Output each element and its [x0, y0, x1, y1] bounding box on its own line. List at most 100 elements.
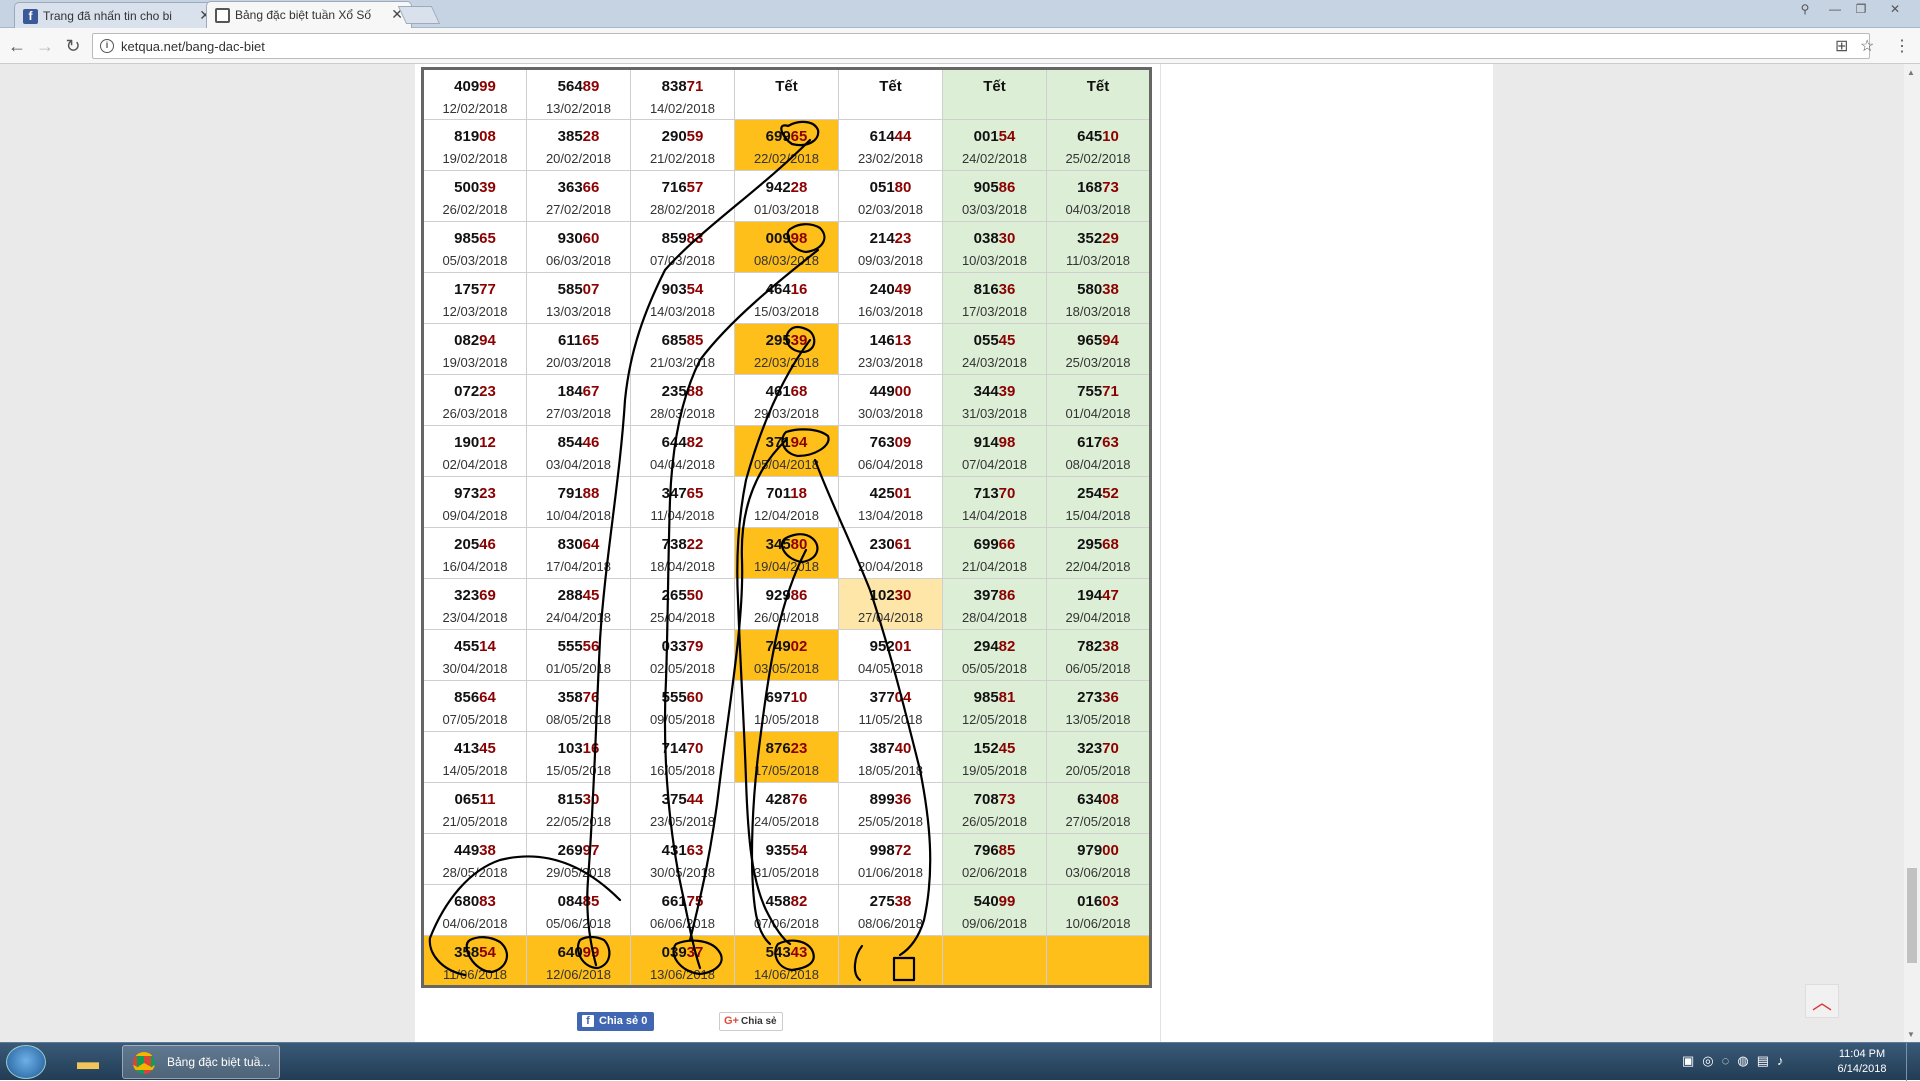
translate-icon[interactable]: ⊞ — [1835, 36, 1848, 56]
number-head: 644 — [661, 434, 687, 451]
result-number: 83064 — [527, 536, 630, 554]
profile-icon[interactable]: ⚲ — [1792, 0, 1818, 18]
facebook-share-button[interactable]: f Chia sẻ 0 — [577, 1012, 654, 1031]
number-tail: 14 — [479, 638, 496, 655]
number-head: 899 — [869, 791, 895, 808]
new-tab-button[interactable] — [397, 6, 441, 24]
result-number: 42876 — [735, 791, 838, 809]
result-date: 13/06/2018 — [649, 967, 716, 982]
result-cell: 40999 12/02/2018 — [422, 68, 527, 120]
windows-taskbar: ▬ Bảng đặc biệt tuầ... ▣◎◌◍▤♪ 11:04 PM 6… — [0, 1042, 1920, 1081]
back-arrow-icon[interactable]: ← — [6, 35, 28, 57]
number-head: 295 — [1077, 536, 1103, 553]
number-head: 701 — [766, 485, 791, 502]
facebook-icon: f — [582, 1015, 594, 1027]
table-row: 85664 07/05/2018 35876 08/05/2018 55560 09/05… — [422, 680, 1151, 732]
taskbar-chrome-window[interactable]: Bảng đặc biệt tuầ... — [122, 1045, 280, 1079]
number-head: 645 — [1077, 128, 1103, 145]
tab-bang-dac-biet[interactable]: Bảng đặc biệt tuần Xổ Số ✕ — [206, 1, 412, 29]
result-number: 19012 — [424, 434, 526, 452]
result-date: 30/03/2018 — [857, 406, 924, 421]
tab-title: Bảng đặc biệt tuần Xổ Số — [235, 8, 372, 22]
table-row: 50039 26/02/2018 36366 27/02/2018 71657 28/02… — [422, 170, 1151, 222]
bookmark-star-icon[interactable]: ☆ — [1860, 36, 1874, 56]
menu-icon[interactable]: ⋮ — [1894, 36, 1910, 56]
reload-icon[interactable]: ↻ — [62, 35, 84, 57]
vertical-scrollbar[interactable]: ▲ ▼ — [1904, 64, 1920, 1042]
result-cell: 79685 02/06/2018 — [942, 833, 1047, 885]
result-date: 14/04/2018 — [961, 508, 1028, 523]
result-number: 05545 — [943, 332, 1046, 350]
number-tail: 56 — [582, 638, 600, 655]
google-plus-share-button[interactable]: G+ Chia sẻ — [719, 1012, 783, 1031]
result-date: 23/02/2018 — [857, 151, 924, 166]
result-date: 26/04/2018 — [753, 610, 820, 625]
result-cell: 03937 13/06/2018 — [630, 935, 735, 987]
show-desktop-button[interactable] — [1906, 1043, 1920, 1081]
result-date: 27/03/2018 — [545, 406, 612, 421]
ketqua-icon — [215, 8, 230, 23]
tab-facebook[interactable]: f Trang đã nhấn tin cho bi ✕ — [14, 2, 220, 28]
number-head: 585 — [557, 281, 583, 298]
result-cell: 75571 01/04/2018 — [1046, 374, 1151, 426]
result-cell: 66175 06/06/2018 — [630, 884, 735, 936]
number-tail: 04 — [894, 689, 912, 706]
result-date: 05/03/2018 — [442, 253, 508, 268]
result-cell: 00998 08/03/2018 — [734, 221, 839, 273]
number-head: 387 — [869, 740, 895, 757]
result-number: 34580 — [735, 536, 838, 554]
number-head: 708 — [973, 791, 999, 808]
tab-strip: f Trang đã nhấn tin cho bi ✕ Bảng đặc bi… — [0, 0, 1920, 29]
result-cell: 10230 27/04/2018 — [838, 578, 943, 630]
result-cell: 90354 14/03/2018 — [630, 272, 735, 324]
number-tail: 18 — [790, 485, 807, 502]
number-tail: 86 — [998, 587, 1016, 604]
result-number: 38740 — [839, 740, 942, 758]
result-cell: 71370 14/04/2018 — [942, 476, 1047, 528]
result-cell: 38740 18/05/2018 — [838, 731, 943, 783]
result-date: 22/02/2018 — [753, 151, 820, 166]
forward-arrow-icon[interactable]: → — [34, 35, 56, 57]
taskbar-clock[interactable]: 11:04 PM 6/14/2018 — [1832, 1047, 1892, 1077]
file-explorer-icon[interactable]: ▬ — [64, 1046, 112, 1078]
result-cell: 39786 28/04/2018 — [942, 578, 1047, 630]
scroll-to-top-button[interactable]: ︿ — [1805, 984, 1839, 1018]
minimize-icon[interactable]: — — [1822, 0, 1848, 18]
result-number: 23588 — [631, 383, 734, 401]
number-head: 929 — [765, 587, 791, 604]
scroll-down-icon[interactable]: ▼ — [1907, 1030, 1915, 1039]
number-tail: 46 — [582, 434, 600, 451]
number-tail: 64 — [479, 689, 496, 706]
result-date: 06/03/2018 — [545, 253, 612, 268]
info-icon[interactable]: i — [100, 39, 114, 53]
result-date: 15/03/2018 — [753, 304, 820, 319]
close-window-icon[interactable]: ✕ — [1876, 0, 1914, 18]
system-tray[interactable]: ▣◎◌◍▤♪ — [1682, 1053, 1791, 1069]
scroll-up-icon[interactable]: ▲ — [1907, 68, 1915, 77]
scrollbar-thumb[interactable] — [1907, 868, 1917, 963]
result-cell: 64099 12/06/2018 — [526, 935, 631, 987]
result-date: 14/02/2018 — [649, 101, 716, 116]
result-date: 09/05/2018 — [649, 712, 716, 727]
result-number: 64099 — [527, 944, 630, 962]
result-number: 00154 — [943, 128, 1046, 146]
result-cell: Tết — [1046, 68, 1151, 120]
number-head: 347 — [661, 485, 687, 502]
result-date: 26/03/2018 — [442, 406, 508, 421]
number-head: 965 — [1077, 332, 1103, 349]
result-cell: 90586 03/03/2018 — [942, 170, 1047, 222]
result-number: 79188 — [527, 485, 630, 503]
number-head: 942 — [765, 179, 791, 196]
result-date: 10/06/2018 — [1065, 916, 1131, 931]
result-cell: 37704 11/05/2018 — [838, 680, 943, 732]
start-button[interactable] — [6, 1045, 46, 1079]
number-head: 455 — [454, 638, 480, 655]
restore-icon[interactable]: ❐ — [1848, 0, 1874, 18]
number-head: 449 — [869, 383, 895, 400]
tray-icon[interactable]: ▣◎◌◍▤♪ — [1682, 1053, 1791, 1068]
number-tail: 85 — [686, 332, 704, 349]
result-cell — [838, 935, 943, 987]
result-date: 23/03/2018 — [857, 355, 924, 370]
address-bar[interactable]: i ketqua.net/bang-dac-biet — [92, 33, 1870, 59]
result-number: 71370 — [943, 485, 1046, 503]
